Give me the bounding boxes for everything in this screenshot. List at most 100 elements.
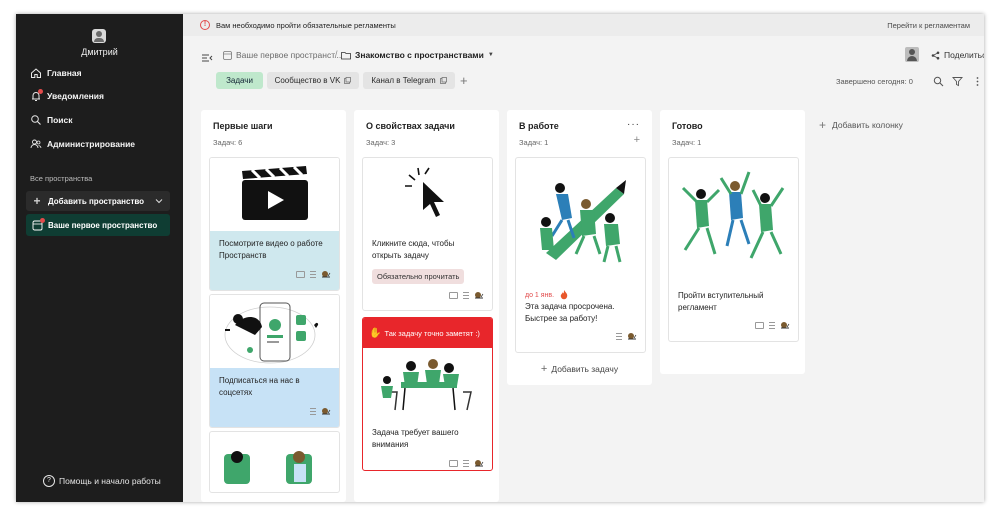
column-count: Задач: 6	[213, 138, 243, 147]
tab-tasks[interactable]: Задачи	[216, 72, 263, 89]
share-label: Поделиться	[944, 50, 984, 60]
folder-icon	[341, 51, 351, 60]
chevron-down-icon: ▼	[487, 52, 494, 58]
help-link[interactable]: ? Помощь и начало работы	[43, 475, 161, 487]
sidebar: Дмитрий Главная Уведомления Поиск Админи…	[16, 14, 183, 502]
card-meta	[449, 291, 484, 299]
nav-notifications[interactable]: Уведомления	[30, 87, 104, 105]
filter-icon[interactable]	[952, 74, 963, 87]
add-space-label: Добавить пространство	[48, 196, 145, 206]
video-clapper-icon	[242, 165, 308, 220]
card-cover-image	[224, 451, 312, 484]
breadcrumb-board[interactable]: Знакомство с пространствами ▼	[341, 50, 494, 60]
header-avatar[interactable]	[905, 47, 919, 62]
add-tab-button[interactable]: +	[460, 72, 468, 89]
collapse-icon[interactable]	[201, 51, 213, 63]
card-cover-image	[210, 295, 339, 368]
regulations-banner: ! Вам необходимо пройти обязательные рег…	[183, 14, 984, 36]
task-card[interactable]: до 1 янв. Эта задача просрочена. Быстрее…	[515, 157, 646, 353]
nav-search[interactable]: Поиск	[30, 111, 73, 129]
space-notification-dot	[40, 217, 45, 223]
external-link-icon	[439, 77, 447, 84]
space-item-label: Ваше первое пространство	[48, 220, 158, 230]
card-cover-image	[681, 171, 785, 259]
tab-tasks-label: Задачи	[226, 76, 253, 85]
description-icon	[463, 459, 469, 467]
plus-icon: +	[33, 194, 41, 208]
card-cover-image	[540, 180, 626, 263]
task-card[interactable]: Кликните сюда, чтобы открыть задачу Обяз…	[362, 157, 493, 311]
due-date: до 1 янв.	[525, 290, 568, 300]
nav-home[interactable]: Главная	[30, 64, 82, 82]
breadcrumb-space[interactable]: Ваше первое пространст...	[223, 50, 341, 60]
snail-icon	[781, 322, 790, 329]
column-in-progress: В работе Задач: 1 ··· + до 1 янв. Эта за…	[507, 110, 652, 385]
task-card[interactable]	[209, 431, 340, 493]
task-card[interactable]: Посмотрите видео о работе Пространств	[209, 157, 340, 291]
card-flag-text: Так задачу точно заметят :)	[384, 328, 480, 338]
card-meta	[755, 321, 790, 329]
card-meta	[296, 270, 331, 278]
regulations-link[interactable]: Перейти к регламентам	[887, 21, 970, 30]
column-title: В работе	[519, 121, 559, 131]
description-icon	[310, 270, 316, 278]
user-name[interactable]: Дмитрий	[16, 47, 183, 57]
plus-icon: +	[819, 118, 827, 132]
tab-vk[interactable]: Сообщество в VK	[267, 72, 359, 89]
help-label: Помощь и начало работы	[59, 476, 161, 486]
column-menu-button[interactable]: ···	[627, 119, 640, 130]
notification-dot	[38, 89, 43, 94]
home-icon	[30, 67, 42, 79]
kebab-icon[interactable]	[972, 74, 983, 86]
space-icon	[223, 50, 232, 60]
search-icon[interactable]	[933, 74, 944, 87]
task-card-flagged[interactable]: ✋ Так задачу точно заметят :) Задача тре…	[362, 317, 493, 471]
banner-message: Вам необходимо пройти обязательные регла…	[216, 20, 396, 30]
add-column-button[interactable]: + Добавить колонку	[819, 118, 903, 132]
share-button[interactable]: Поделиться	[931, 50, 984, 60]
alert-icon: !	[200, 20, 210, 30]
app-window: Дмитрий Главная Уведомления Поиск Админи…	[16, 14, 984, 502]
snail-icon	[322, 271, 331, 278]
help-icon: ?	[43, 475, 55, 487]
add-task-button[interactable]: + Добавить задачу	[507, 363, 652, 375]
social-illustration	[224, 302, 319, 364]
add-card-button[interactable]: +	[634, 134, 640, 146]
column-count: Задач: 1	[519, 138, 549, 147]
breadcrumb-separator: /	[335, 49, 338, 59]
nav-home-label: Главная	[47, 68, 82, 78]
user-avatar[interactable]	[92, 29, 106, 43]
task-card[interactable]: Пройти вступительный регламент	[668, 157, 799, 342]
tab-vk-label: Сообщество в VK	[274, 76, 341, 85]
nav-admin[interactable]: Администрирование	[30, 135, 135, 153]
card-cover-image	[210, 158, 339, 231]
snail-icon	[475, 460, 484, 467]
task-card[interactable]: Подписаться на нас в соцсетях	[209, 294, 340, 428]
due-date-label: до 1 янв.	[525, 291, 555, 299]
comment-icon	[755, 321, 764, 329]
description-icon	[769, 321, 775, 329]
share-icon	[931, 51, 940, 60]
card-title: Задача требует вашего внимания	[372, 428, 459, 449]
nav-notifications-label: Уведомления	[47, 91, 104, 101]
breadcrumb-board-label: Знакомство с пространствами	[355, 50, 484, 60]
nav-search-label: Поиск	[47, 115, 73, 125]
tab-telegram[interactable]: Канал в Telegram	[363, 72, 455, 89]
card-title: Эта задача просрочена. Быстрее за работу…	[525, 302, 615, 323]
card-flag-banner: ✋ Так задачу точно заметят :)	[363, 318, 492, 348]
comment-icon	[449, 291, 458, 299]
snail-icon	[628, 333, 637, 340]
space-item-first[interactable]: Ваше первое пространство	[26, 214, 170, 236]
spaces-section-title: Все пространства	[30, 174, 93, 183]
card-title: Посмотрите видео о работе Пространств	[219, 239, 323, 260]
column-title: Первые шаги	[213, 121, 273, 131]
fire-icon	[560, 290, 568, 300]
description-icon	[310, 407, 316, 415]
status-tag: Обязательно прочитать	[372, 269, 465, 284]
add-space-button[interactable]: + Добавить пространство	[26, 191, 170, 211]
bell-icon	[30, 89, 43, 102]
add-column-label: Добавить колонку	[832, 120, 903, 130]
chevron-down-icon[interactable]	[154, 196, 164, 206]
card-meta	[449, 459, 484, 467]
column-count: Задач: 3	[366, 138, 396, 147]
